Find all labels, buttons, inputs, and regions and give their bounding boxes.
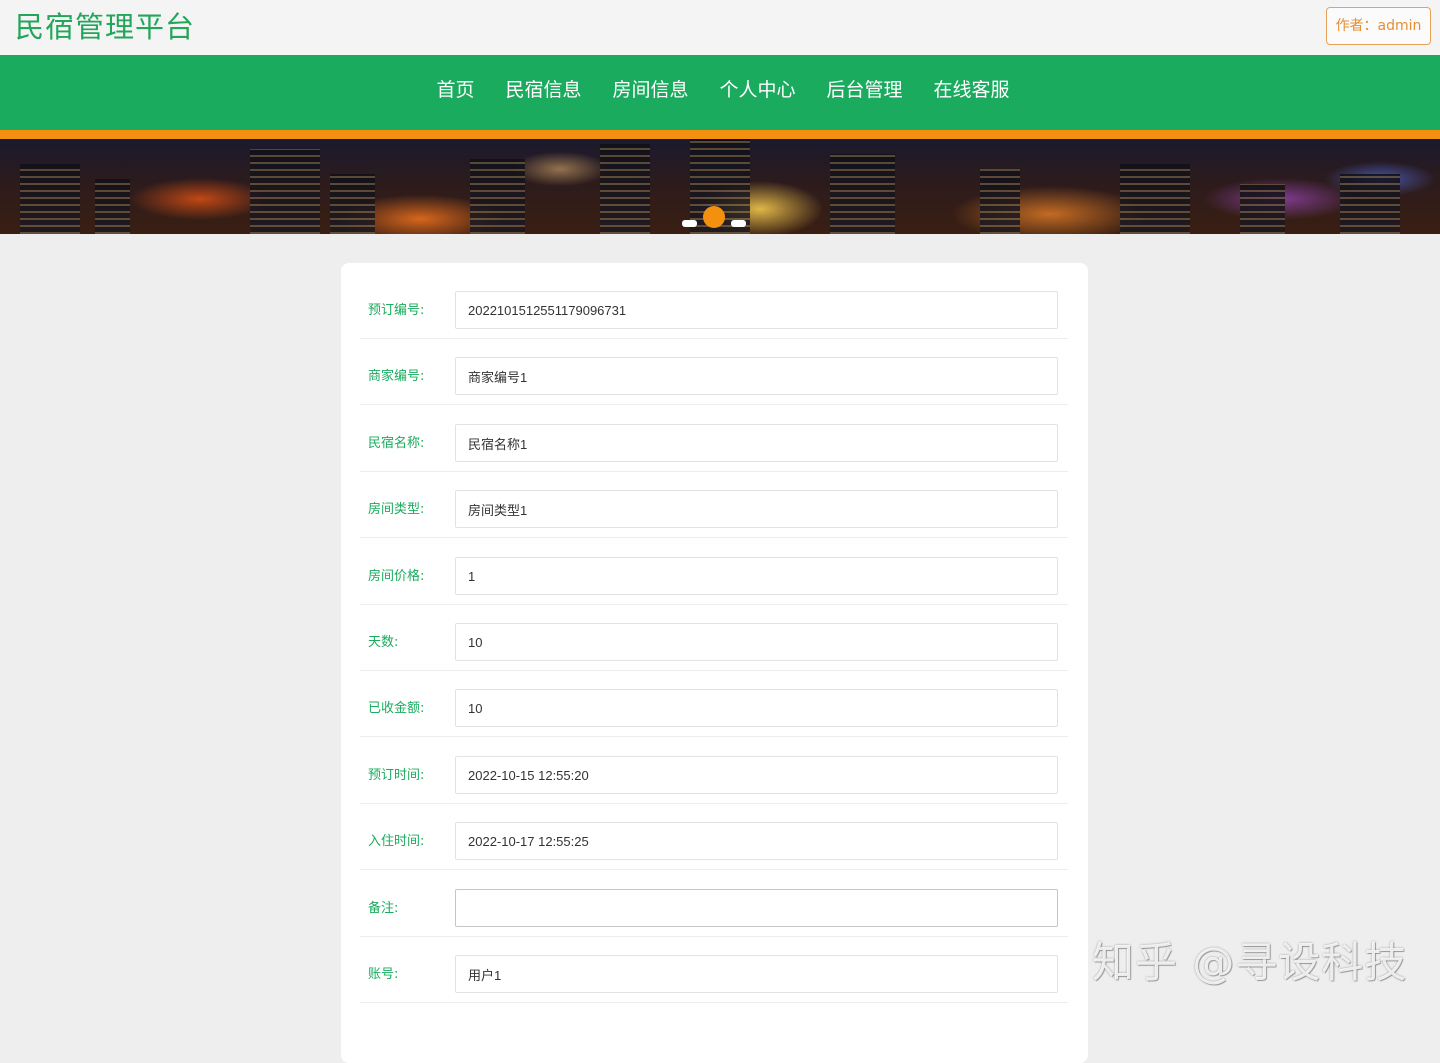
form-row-checkin-time: 入住时间:	[360, 804, 1068, 870]
form-label: 房间类型:	[368, 502, 425, 517]
form-row-room-type: 房间类型:	[360, 472, 1068, 538]
form-label: 房间价格:	[368, 569, 425, 584]
amount-received-input[interactable]	[455, 689, 1058, 727]
banner-carousel	[0, 139, 1440, 234]
site-title: 民宿管理平台	[15, 10, 196, 44]
carousel-dot-3[interactable]	[731, 220, 746, 227]
form-row-remarks: 备注:	[360, 871, 1068, 937]
form-label: 商家编号:	[368, 369, 425, 384]
days-input[interactable]	[455, 623, 1058, 661]
nav-item-room-info[interactable]: 房间信息	[612, 55, 688, 125]
nav-list: 首页 民宿信息 房间信息 个人中心 后台管理 在线客服	[436, 55, 1009, 125]
nav-item-admin[interactable]: 后台管理	[827, 55, 903, 125]
form-row-booking-no: 预订编号:	[360, 273, 1068, 339]
author-button[interactable]: 作者：admin	[1326, 7, 1431, 45]
nav-item-personal-center[interactable]: 个人中心	[720, 55, 796, 125]
booking-time-input[interactable]	[455, 756, 1058, 794]
room-price-input[interactable]	[455, 557, 1058, 595]
booking-detail-form: 预订编号: 商家编号: 民宿名称: 房间类型: 房间价格: 天数: 已收金额: …	[341, 263, 1088, 1063]
form-row-days: 天数:	[360, 605, 1068, 671]
carousel-dot-1[interactable]	[682, 220, 697, 227]
carousel-dot-2-active[interactable]	[703, 206, 725, 228]
carousel-indicators	[0, 139, 1440, 234]
booking-no-input[interactable]	[455, 291, 1058, 329]
form-label: 天数:	[368, 635, 399, 650]
top-header: 民宿管理平台 作者：admin	[0, 0, 1440, 55]
watermark: 知乎 @寻设科技	[1092, 938, 1408, 987]
merchant-no-input[interactable]	[455, 357, 1058, 395]
form-row-amount-received: 已收金额:	[360, 671, 1068, 737]
nav-item-home[interactable]: 首页	[436, 55, 474, 125]
main-nav: 首页 民宿信息 房间信息 个人中心 后台管理 在线客服	[0, 55, 1440, 139]
nav-item-homestay-info[interactable]: 民宿信息	[505, 55, 581, 125]
form-row-merchant-no: 商家编号:	[360, 339, 1068, 405]
nav-item-online-service[interactable]: 在线客服	[934, 55, 1010, 125]
form-label: 已收金额:	[368, 701, 425, 716]
account-input[interactable]	[455, 955, 1058, 993]
form-label: 账号:	[368, 967, 399, 982]
form-row-account: 账号:	[360, 937, 1068, 1003]
form-label: 备注:	[368, 901, 399, 916]
form-label: 预订编号:	[368, 303, 425, 318]
homestay-name-input[interactable]	[455, 424, 1058, 462]
checkin-time-input[interactable]	[455, 822, 1058, 860]
form-row-booking-time: 预订时间:	[360, 738, 1068, 804]
form-label: 预订时间:	[368, 768, 425, 783]
form-row-homestay-name: 民宿名称:	[360, 406, 1068, 472]
form-row-room-price: 房间价格:	[360, 539, 1068, 605]
form-label: 入住时间:	[368, 834, 425, 849]
room-type-input[interactable]	[455, 490, 1058, 528]
form-label: 民宿名称:	[368, 436, 425, 451]
remarks-input[interactable]	[455, 889, 1058, 927]
